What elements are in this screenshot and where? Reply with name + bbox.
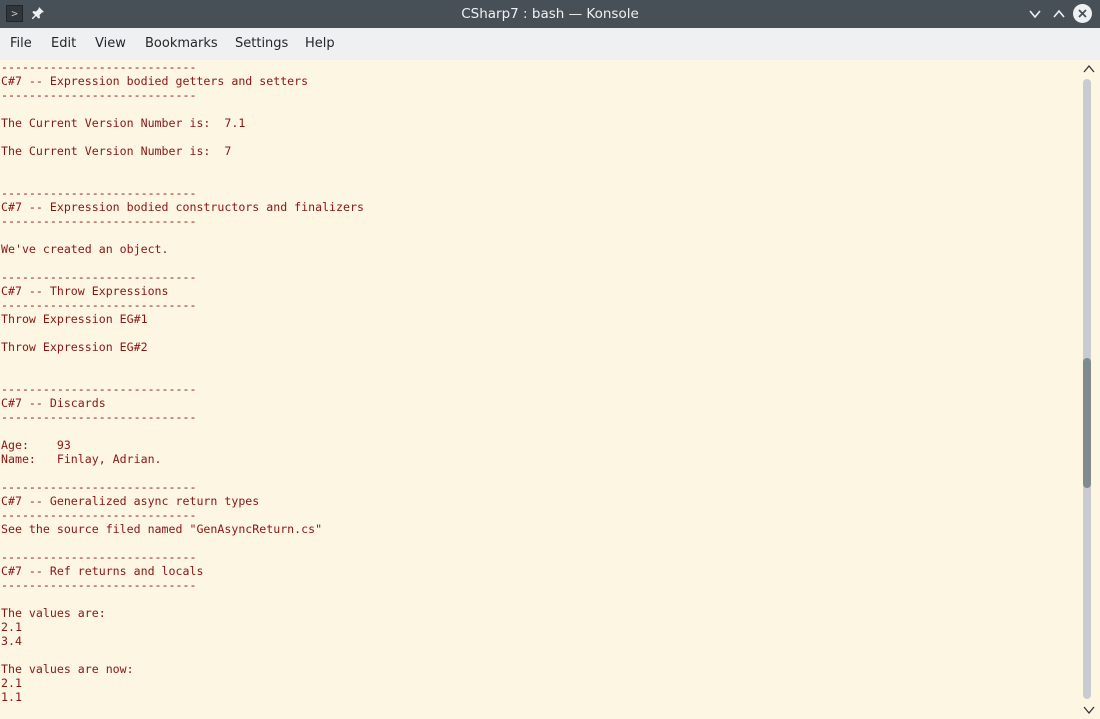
terminal-line: 1.1 [1, 690, 22, 704]
terminal-line: The Current Version Number is: 7.1 [1, 116, 246, 130]
chevron-up-icon[interactable] [1050, 5, 1068, 23]
terminal-line: ---------------------------- [1, 508, 197, 522]
window-title: CSharp7 : bash — Konsole [461, 6, 639, 22]
terminal-line: We've created an object. [1, 242, 169, 256]
menu-file[interactable]: File [10, 28, 32, 60]
terminal-line: ---------------------------- [1, 578, 197, 592]
terminal-output[interactable]: ---------------------------- C#7 -- Expre… [0, 60, 1078, 719]
terminal-lines: ---------------------------- C#7 -- Expre… [1, 60, 364, 718]
pin-icon[interactable] [30, 5, 46, 21]
chevron-down-icon[interactable] [1026, 5, 1044, 23]
scrollbar-thumb[interactable] [1083, 358, 1091, 488]
terminal-line: ---------------------------- [1, 88, 197, 102]
terminal-line: Throw Expression EG#1 [1, 312, 148, 326]
terminal-line: ---------------------------- [1, 214, 197, 228]
terminal-line: 3.4 [1, 634, 22, 648]
terminal-line: ---------------------------- [1, 186, 197, 200]
terminal-line: ---------------------------- [1, 550, 197, 564]
terminal-line: Name: Finlay, Adrian. [1, 452, 162, 466]
terminal-line: Age: 93 [1, 438, 71, 452]
terminal-line: C#7 -- Throw Expressions [1, 284, 169, 298]
vertical-scrollbar[interactable] [1078, 60, 1100, 719]
terminal-line: ---------------------------- [1, 480, 197, 494]
terminal-line: ---------------------------- [1, 410, 197, 424]
terminal-line: C#7 -- Expression bodied constructors an… [1, 200, 364, 214]
close-icon[interactable] [1073, 4, 1092, 23]
menu-bar: File Edit View Bookmarks Settings Help [0, 28, 1100, 60]
terminal-line: C#7 -- Ref returns and locals [1, 564, 204, 578]
terminal-line: ---------------------------- [1, 382, 197, 396]
terminal-line: C#7 -- Expression bodied getters and set… [1, 74, 309, 88]
terminal-line: 2.1 [1, 676, 22, 690]
menu-settings[interactable]: Settings [235, 28, 288, 60]
terminal-icon[interactable]: > [6, 5, 23, 22]
terminal-line: See the source filed named "GenAsyncRetu… [1, 522, 323, 536]
terminal-line: Throw Expression EG#2 [1, 340, 148, 354]
terminal-line: ---------------------------- [1, 270, 197, 284]
menu-edit[interactable]: Edit [51, 28, 76, 60]
terminal-line: C#7 -- Discards [1, 396, 106, 410]
menu-view[interactable]: View [95, 28, 126, 60]
terminal-line: C#7 -- Generalized async return types [1, 494, 260, 508]
menu-bookmarks[interactable]: Bookmarks [145, 28, 218, 60]
terminal-line: The values are: [1, 606, 106, 620]
terminal-line: ---------------------------- [1, 298, 197, 312]
scroll-up-icon[interactable] [1083, 64, 1095, 74]
terminal-line: The values are now: [1, 662, 134, 676]
menu-help[interactable]: Help [305, 28, 335, 60]
title-bar[interactable]: > CSharp7 : bash — Konsole [0, 0, 1100, 28]
scroll-down-icon[interactable] [1083, 705, 1095, 715]
terminal-line: ---------------------------- [1, 60, 197, 74]
terminal-line: 2.1 [1, 620, 22, 634]
terminal-line: The Current Version Number is: 7 [1, 144, 232, 158]
